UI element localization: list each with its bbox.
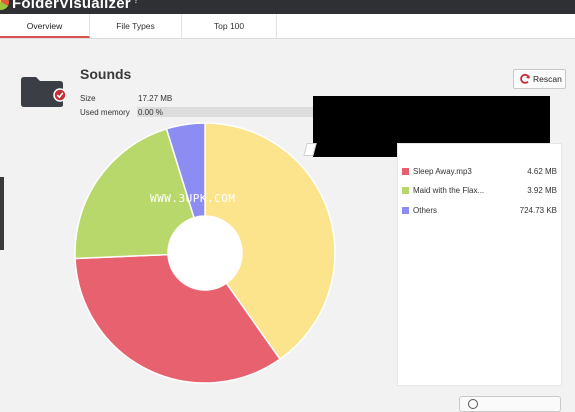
- legend-swatch: [402, 168, 409, 175]
- legend-swatch: [402, 207, 409, 214]
- watermark-text: WWW.3UPK.COM: [150, 192, 236, 205]
- legend-item-size: 3.92 MB: [527, 186, 557, 195]
- legend-item-size: 4.62 MB: [527, 167, 557, 176]
- legend-item-name: Sleep Away.mp3: [413, 167, 472, 176]
- legend-item[interactable]: Others 724.73 KB: [402, 205, 557, 217]
- legend-item[interactable]: Sleep Away.mp3 4.62 MB: [402, 166, 557, 178]
- legend-item-size: 724.73 KB: [519, 206, 557, 215]
- gear-icon: [468, 399, 478, 409]
- legend-panel: Sleep Away.mp3 4.62 MB Maid with the Fla…: [397, 143, 562, 386]
- legend-item-name: Others: [413, 206, 438, 215]
- donut-hole: [168, 216, 242, 290]
- legend-item[interactable]: Maid with the Flax... 3.92 MB: [402, 185, 557, 197]
- legend-swatch: [402, 187, 409, 194]
- options-button[interactable]: [459, 396, 561, 412]
- legend-item-name: Maid with the Flax...: [413, 186, 485, 195]
